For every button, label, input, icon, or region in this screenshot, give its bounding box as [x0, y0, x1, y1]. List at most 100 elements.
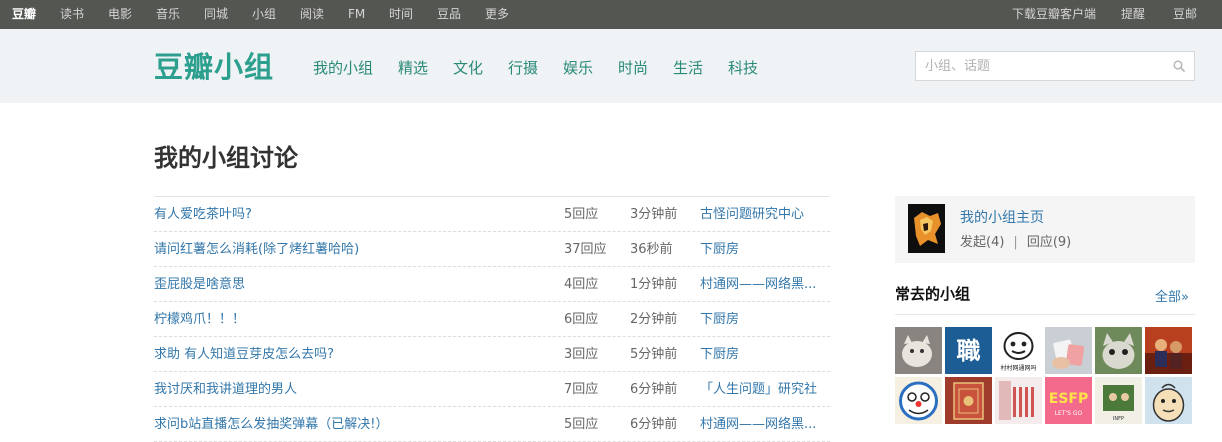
cartoon-image [1145, 377, 1192, 424]
reply-count: 4回应 [564, 277, 599, 292]
nav-fashion[interactable]: 时尚 [618, 58, 648, 78]
cartoon-image [895, 377, 942, 424]
topnav-item-fm[interactable]: FM [348, 0, 365, 29]
reply-count: 7回应 [564, 382, 599, 397]
nav-tech[interactable]: 科技 [728, 58, 758, 78]
group-thumb[interactable] [945, 377, 992, 424]
topic-time: 3分钟前 [630, 207, 678, 222]
group-link[interactable]: 古怪问题研究中心 [700, 206, 825, 224]
topic-title-link[interactable]: 有人爱吃茶叶吗? [154, 206, 252, 224]
nav-my-groups[interactable]: 我的小组 [313, 58, 373, 78]
stats-separator: | [1013, 235, 1018, 250]
group-thumb[interactable] [1045, 327, 1092, 374]
nav-life[interactable]: 生活 [673, 58, 703, 78]
nav-travel[interactable]: 行摄 [508, 58, 538, 78]
reply-count: 6回应 [564, 312, 599, 327]
all-groups-link[interactable]: 全部» [1155, 289, 1189, 307]
table-row: 求助 有人知道豆芽皮怎么去吗? 3回应 5分钟前 下厨房 [154, 337, 830, 372]
messages-link[interactable]: 豆邮 [1173, 0, 1197, 29]
group-link[interactable]: 下厨房 [700, 346, 825, 364]
topnav-item-book[interactable]: 读书 [60, 0, 84, 29]
topnav-item-douban[interactable]: 豆瓣 [12, 0, 36, 29]
frequent-groups-title: 常去的小组 [895, 285, 971, 303]
topic-time: 6分钟前 [630, 382, 678, 397]
group-thumb[interactable] [1145, 327, 1192, 374]
cat-image [1095, 327, 1142, 374]
book-image [945, 377, 992, 424]
avatar[interactable] [908, 204, 945, 253]
topic-title-link[interactable]: 求助 有人知道豆芽皮怎么去吗? [154, 346, 334, 364]
group-link[interactable]: 村通网——网络黑... [700, 416, 825, 434]
hands-image [1045, 327, 1092, 374]
reply-count: 37回应 [564, 242, 607, 257]
search-box [915, 51, 1195, 81]
reply-count: 5回应 [564, 207, 599, 222]
topic-time: 5分钟前 [630, 347, 678, 362]
download-app-link[interactable]: 下载豆瓣客户端 [1012, 0, 1096, 29]
thumb-text: 村村网通网吗 [1000, 364, 1036, 372]
topnav-item-more[interactable]: 更多 [485, 0, 509, 29]
topic-time: 2分钟前 [630, 312, 678, 327]
topic-table: 有人爱吃茶叶吗? 5回应 3分钟前 古怪问题研究中心 请问红薯怎么消耗(除了烤红… [154, 196, 830, 442]
group-thumb[interactable]: INFP [1095, 377, 1142, 424]
topnav-item-movie[interactable]: 电影 [108, 0, 132, 29]
cat-image [895, 327, 942, 374]
divider [895, 314, 1195, 315]
group-link[interactable]: 下厨房 [700, 311, 825, 329]
nav-culture[interactable]: 文化 [453, 58, 483, 78]
thumb-text: ESFP [1049, 391, 1088, 407]
group-thumb[interactable]: 村村网通网吗 [995, 327, 1042, 374]
search-icon[interactable] [1173, 60, 1185, 72]
reply-count: 5回应 [564, 417, 599, 432]
poster-image [995, 377, 1042, 424]
topnav-item-read[interactable]: 阅读 [300, 0, 324, 29]
my-groups-home-link[interactable]: 我的小组主页 [960, 208, 1044, 228]
topic-title-link[interactable]: 柠檬鸡爪！！！ [154, 311, 245, 329]
avatar-image [908, 204, 945, 253]
group-thumb[interactable] [1145, 377, 1192, 424]
replied-link[interactable]: 回应(9) [1027, 235, 1071, 250]
group-thumb[interactable] [895, 327, 942, 374]
site-logo[interactable]: 豆瓣小组 [154, 49, 274, 85]
group-thumb[interactable] [1095, 327, 1142, 374]
group-link[interactable]: 村通网——网络黑... [700, 276, 825, 294]
group-header: 豆瓣小组 我的小组 精选 文化 行摄 娱乐 时尚 生活 科技 [0, 29, 1222, 103]
table-row: 求问b站直播怎么发抽奖弹幕（已解决!） 5回应 6分钟前 村通网——网络黑... [154, 407, 830, 442]
topic-time: 36秒前 [630, 242, 673, 257]
my-activity-stats: 发起(4) | 回应(9) [960, 234, 1071, 252]
table-row: 歪屁股是啥意思 4回应 1分钟前 村通网——网络黑... [154, 267, 830, 302]
topnav-item-local[interactable]: 同城 [204, 0, 228, 29]
page-title: 我的小组讨论 [154, 144, 298, 172]
topic-time: 1分钟前 [630, 277, 678, 292]
group-link[interactable]: 「人生问题」研究社 [700, 381, 825, 399]
topnav-item-music[interactable]: 音乐 [156, 0, 180, 29]
nav-featured[interactable]: 精选 [398, 58, 428, 78]
topic-time: 6分钟前 [630, 417, 678, 432]
thumb-text: LET'S GO [1055, 410, 1083, 417]
topic-title-link[interactable]: 我讨厌和我讲道理的男人 [154, 381, 297, 399]
reply-count: 3回应 [564, 347, 599, 362]
table-row: 请问红薯怎么消耗(除了烤红薯哈哈) 37回应 36秒前 下厨房 [154, 232, 830, 267]
group-thumb[interactable] [895, 377, 942, 424]
topic-title-link[interactable]: 求问b站直播怎么发抽奖弹幕（已解决!） [154, 416, 388, 434]
topnav-item-market[interactable]: 豆品 [437, 0, 461, 29]
thumb-text: INFP [1113, 416, 1124, 422]
posted-link[interactable]: 发起(4) [960, 235, 1004, 250]
group-link[interactable]: 下厨房 [700, 241, 825, 259]
group-thumb[interactable] [995, 377, 1042, 424]
notifications-link[interactable]: 提醒 [1121, 0, 1145, 29]
topnav-item-group[interactable]: 小组 [252, 0, 276, 29]
table-row: 有人爱吃茶叶吗? 5回应 3分钟前 古怪问题研究中心 [154, 197, 830, 232]
my-groups-card: 我的小组主页 发起(4) | 回应(9) [895, 196, 1195, 263]
nav-entertainment[interactable]: 娱乐 [563, 58, 593, 78]
topnav-item-time[interactable]: 时间 [389, 0, 413, 29]
global-nav-bar: 豆瓣 读书 电影 音乐 同城 小组 阅读 FM 时间 豆品 更多 下载豆瓣客户端… [0, 0, 1222, 29]
thumb-text: 職 [957, 336, 981, 365]
table-row: 我讨厌和我讲道理的男人 7回应 6分钟前 「人生问题」研究社 [154, 372, 830, 407]
topic-title-link[interactable]: 请问红薯怎么消耗(除了烤红薯哈哈) [154, 241, 359, 259]
group-thumb[interactable]: ESFP LET'S GO [1045, 377, 1092, 424]
movie-poster-image [1145, 327, 1192, 374]
group-thumb[interactable]: 職 [945, 327, 992, 374]
topic-title-link[interactable]: 歪屁股是啥意思 [154, 276, 245, 294]
search-input[interactable] [916, 52, 1166, 80]
